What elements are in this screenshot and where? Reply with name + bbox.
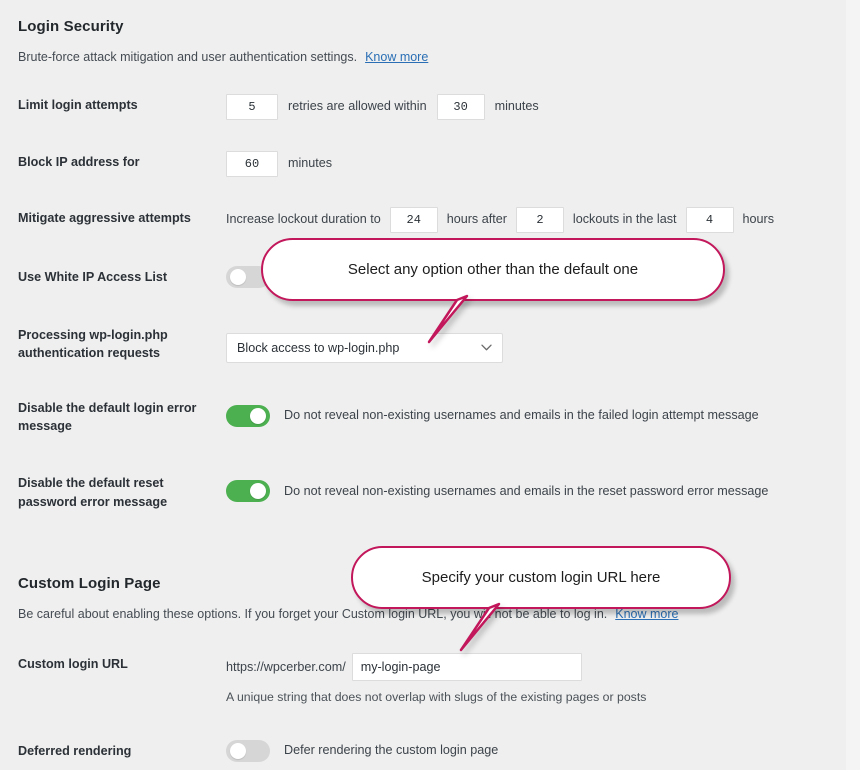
label-disable-reset-error-line2: password error message (18, 494, 168, 509)
custom-login-page-title: Custom Login Page (18, 574, 161, 592)
caption-disable-reset-error: Do not reveal non-existing usernames and… (284, 483, 769, 498)
label-disable-login-error-line1: Disable the default login error (18, 400, 197, 415)
select-wp-login-processing[interactable]: Block access to wp-login.php (226, 332, 503, 363)
field-deferred-rendering: Defer rendering the custom login page (226, 739, 842, 762)
field-white-ip-access-list (226, 265, 842, 288)
row-wp-login-processing: Processing wp-login.php authentication r… (18, 324, 842, 363)
toggle-deferred-rendering[interactable] (226, 739, 270, 762)
custom-login-page-description-text: Be careful about enabling these options.… (18, 606, 608, 621)
caption-disable-login-error: Do not reveal non-existing usernames and… (284, 408, 759, 423)
toggle-knob (250, 483, 266, 500)
row-disable-login-error: Disable the default login error message … (18, 397, 842, 436)
login-security-description: Brute-force attack mitigation and user a… (18, 35, 842, 66)
row-custom-login-url: Custom login URL https://wpcerber.com/ A… (18, 652, 842, 704)
login-security-title: Login Security (18, 18, 124, 35)
know-more-link-custom-login-page[interactable]: Know more (615, 607, 678, 621)
custom-login-page-description: Be careful about enabling these options.… (18, 592, 842, 623)
row-deferred-rendering: Deferred rendering Defer rendering the c… (18, 739, 842, 762)
label-wp-login-processing-line1: Processing wp-login.php (18, 327, 168, 342)
toggle-knob (250, 407, 266, 424)
label-block-ip-address: Block IP address for (18, 154, 140, 169)
input-retries[interactable] (226, 93, 278, 120)
row-white-ip-access-list: Use White IP Access List (18, 265, 842, 288)
field-custom-login-url: https://wpcerber.com/ A unique string th… (226, 652, 842, 704)
label-disable-login-error-line2: message (18, 419, 72, 434)
row-limit-login-attempts: Limit login attempts retries are allowed… (18, 93, 842, 120)
hint-custom-login-url: A unique string that does not overlap wi… (226, 689, 647, 704)
toggle-disable-login-error[interactable] (226, 404, 270, 427)
login-security-description-text: Brute-force attack mitigation and user a… (18, 50, 358, 64)
text-hours-suffix-mitigate: hours (742, 212, 775, 227)
text-minutes-suffix-block: minutes (288, 156, 333, 171)
text-minutes-suffix-attempts: minutes (494, 99, 539, 114)
row-block-ip-address: Block IP address for minutes (18, 150, 842, 177)
select-wrapper-wp-login: Block access to wp-login.php (226, 332, 503, 363)
text-retries-allowed-within: retries are allowed within (288, 99, 427, 114)
field-disable-login-error: Do not reveal non-existing usernames and… (226, 397, 842, 427)
label-white-ip-access-list: Use White IP Access List (18, 269, 168, 284)
row-disable-reset-error: Disable the default reset password error… (18, 472, 842, 511)
field-mitigate-aggressive-attempts: Increase lockout duration to hours after… (226, 206, 842, 233)
label-disable-login-error: Disable the default login error message (18, 397, 226, 436)
label-custom-login-url: Custom login URL (18, 656, 128, 671)
input-lockouts-count[interactable] (515, 206, 564, 233)
label-limit-login-attempts: Limit login attempts (18, 97, 138, 112)
caption-deferred-rendering: Defer rendering the custom login page (284, 742, 499, 757)
row-mitigate-aggressive-attempts: Mitigate aggressive attempts Increase lo… (18, 206, 842, 233)
input-custom-login-url[interactable] (351, 652, 582, 681)
label-mitigate-aggressive-attempts: Mitigate aggressive attempts (18, 210, 191, 225)
label-wp-login-processing: Processing wp-login.php authentication r… (18, 324, 226, 363)
toggle-disable-reset-error[interactable] (226, 480, 270, 503)
label-disable-reset-error-line1: Disable the default reset (18, 476, 164, 491)
text-lockouts-in-the-last: lockouts in the last (572, 212, 677, 227)
input-block-ip-minutes[interactable] (226, 150, 278, 177)
toggle-knob (230, 268, 246, 285)
input-attempt-window-minutes[interactable] (436, 93, 485, 120)
toggle-knob (230, 742, 246, 759)
field-limit-login-attempts: retries are allowed within minutes (226, 93, 842, 120)
text-custom-login-url-prefix: https://wpcerber.com/ (226, 659, 346, 674)
text-increase-lockout-duration: Increase lockout duration to (226, 212, 381, 227)
settings-page: Login Security Brute-force attack mitiga… (0, 0, 860, 762)
label-wp-login-processing-line2: authentication requests (18, 346, 161, 361)
input-lockout-duration-hours[interactable] (389, 206, 438, 233)
field-wp-login-processing: Block access to wp-login.php (226, 324, 842, 363)
text-hours-after: hours after (446, 212, 507, 227)
label-disable-reset-error: Disable the default reset password error… (18, 472, 226, 511)
label-deferred-rendering: Deferred rendering (18, 743, 132, 758)
field-disable-reset-error: Do not reveal non-existing usernames and… (226, 472, 842, 503)
field-block-ip-address: minutes (226, 150, 842, 177)
toggle-white-ip-access-list[interactable] (226, 265, 270, 288)
know-more-link-login-security[interactable]: Know more (365, 50, 428, 64)
input-lockouts-window-hours[interactable] (685, 206, 734, 233)
custom-login-url-inputgroup: https://wpcerber.com/ (226, 652, 842, 681)
